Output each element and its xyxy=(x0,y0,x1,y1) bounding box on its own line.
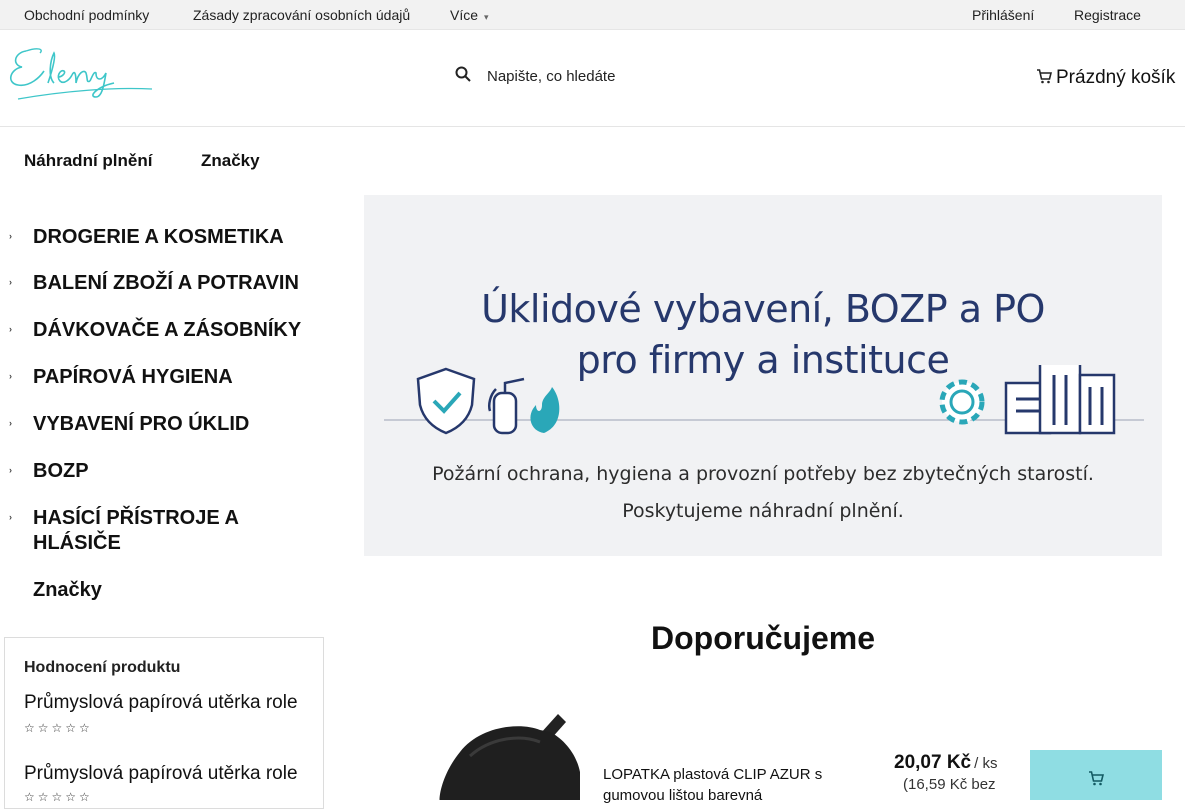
chevron-right-icon: › xyxy=(9,465,12,475)
star-rating: ☆☆☆☆☆ xyxy=(24,790,93,804)
chevron-right-icon: › xyxy=(9,277,12,287)
menu-item-nahradni-plneni[interactable]: Náhradní plnění xyxy=(24,151,152,171)
rating-item-link[interactable]: Průmyslová papírová utěrka role xyxy=(24,763,304,785)
chevron-down-icon: ▾ xyxy=(484,12,489,22)
chevron-right-icon: › xyxy=(9,418,12,428)
category-label: DROGERIE A KOSMETIKA xyxy=(33,226,284,248)
banner-subtitle: Požární ochrana, hygiena a provozní potř… xyxy=(432,463,1094,485)
top-bar: Obchodní podmínky Zásady zpracování osob… xyxy=(0,0,1185,30)
search-icon[interactable] xyxy=(455,66,471,82)
cart-button[interactable]: Prázdný košík xyxy=(1056,67,1175,89)
product-price: 20,07 Kč / ks xyxy=(894,752,997,774)
add-to-cart-button[interactable] xyxy=(1030,750,1162,800)
price-without-vat: (16,59 Kč bez xyxy=(903,776,996,793)
price-unit: / ks xyxy=(974,755,998,772)
rating-item-link[interactable]: Průmyslová papírová utěrka role xyxy=(24,692,304,714)
chevron-right-icon: › xyxy=(9,512,12,522)
login-link[interactable]: Přihlášení xyxy=(972,7,1034,23)
cart-icon xyxy=(1089,771,1104,786)
more-label: Více xyxy=(450,7,479,23)
category-label: Značky xyxy=(33,579,102,601)
category-label: PAPÍROVÁ HYGIENA xyxy=(33,366,233,388)
register-link[interactable]: Registrace xyxy=(1074,7,1141,23)
privacy-link[interactable]: Zásady zpracování osobních údajů xyxy=(193,7,410,23)
promo-banner[interactable]: Úklidové vybavení, BOZP a PO pro firmy a… xyxy=(364,195,1162,556)
chevron-right-icon: › xyxy=(9,371,12,381)
banner-title: Úklidové vybavení, BOZP a PO xyxy=(481,287,1045,331)
search-input[interactable]: Napište, co hledáte xyxy=(487,68,615,85)
more-menu[interactable]: Více ▾ xyxy=(450,7,489,23)
chevron-right-icon: › xyxy=(9,231,12,241)
banner-illustration xyxy=(384,365,1144,435)
chevron-right-icon: › xyxy=(9,324,12,334)
price-value: 20,07 Kč xyxy=(894,752,972,773)
shield-icon xyxy=(416,367,476,435)
category-label: BOZP xyxy=(33,460,89,482)
logo[interactable] xyxy=(4,43,154,108)
section-title: Doporučujeme xyxy=(650,620,876,656)
product-rating-box: Hodnocení produktu Průmyslová papírová u… xyxy=(4,637,324,809)
terms-link[interactable]: Obchodní podmínky xyxy=(24,7,149,23)
category-label: DÁVKOVAČE A ZÁSOBNÍKY xyxy=(33,319,302,341)
category-label: HASÍCÍ PŘÍSTROJE A HLÁSIČE xyxy=(33,507,239,554)
flame-icon xyxy=(530,387,560,433)
header: Napište, co hledáte Prázdný košík xyxy=(0,29,1185,127)
menu-item-znacky[interactable]: Značky xyxy=(201,151,260,171)
logo-image xyxy=(10,48,153,100)
fire-extinguisher-icon xyxy=(492,391,518,435)
category-label: VYBAVENÍ PRO ÚKLID xyxy=(33,413,250,435)
category-label: BALENÍ ZBOŽÍ A POTRAVIN xyxy=(33,272,299,294)
product-image[interactable] xyxy=(390,712,580,800)
star-rating: ☆☆☆☆☆ xyxy=(24,721,93,735)
banner-subtitle-2: Poskytujeme náhradní plnění. xyxy=(622,500,904,522)
rating-title: Hodnocení produktu xyxy=(24,659,181,676)
cart-icon[interactable] xyxy=(1036,68,1052,84)
